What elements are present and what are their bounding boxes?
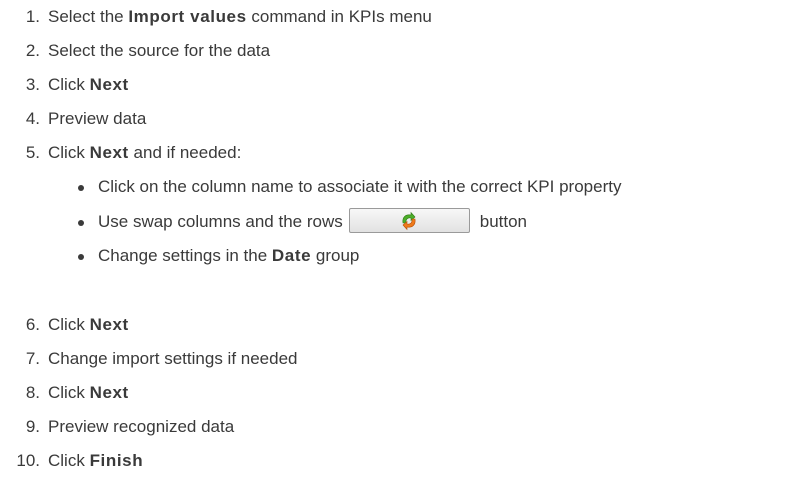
button-name: Next	[89, 383, 129, 402]
group-name: Date	[271, 246, 312, 265]
instructions-page: 1. Select the Import values command in K…	[0, 0, 794, 493]
step-number: 4.	[25, 109, 40, 128]
step-text: Change import settings if needed	[48, 349, 298, 368]
step-text: Preview data	[48, 109, 147, 128]
step-number: 9.	[25, 417, 40, 436]
bullet-icon	[78, 254, 84, 260]
step-text: Select the source for the data	[48, 41, 271, 60]
step-number: 1.	[25, 7, 40, 26]
substep-text: Change settings in the Date group	[98, 246, 360, 265]
bullet-icon	[78, 220, 84, 226]
step-text: Preview recognized data	[48, 417, 235, 436]
step-text: Click Next	[48, 315, 129, 334]
step-number: 2.	[25, 41, 40, 60]
step-number: 3.	[25, 75, 40, 94]
step-text: Click Next	[48, 383, 129, 402]
step-number: 5.	[25, 143, 40, 162]
bullet-icon	[78, 185, 84, 191]
step-number: 7.	[25, 349, 40, 368]
swap-arrows-icon	[402, 211, 416, 230]
step-number: 10.	[16, 451, 40, 470]
step-number: 6.	[25, 315, 40, 334]
button-name: Finish	[89, 451, 144, 470]
button-name: Next	[89, 143, 129, 162]
step-text: Select the Import values command in KPIs…	[48, 7, 432, 26]
command-name: Import values	[128, 7, 247, 26]
step-text: Click Next and if needed:	[48, 143, 242, 162]
substep-text: Use swap columns and the rows button	[98, 207, 527, 237]
button-name: Next	[89, 75, 129, 94]
substep-text: Click on the column name to associate it…	[98, 177, 622, 196]
button-name: Next	[89, 315, 129, 334]
step-text: Click Next	[48, 75, 129, 94]
step-number: 8.	[25, 383, 40, 402]
step-text: Click Finish	[48, 451, 144, 470]
swap-columns-rows-button[interactable]	[348, 208, 470, 234]
